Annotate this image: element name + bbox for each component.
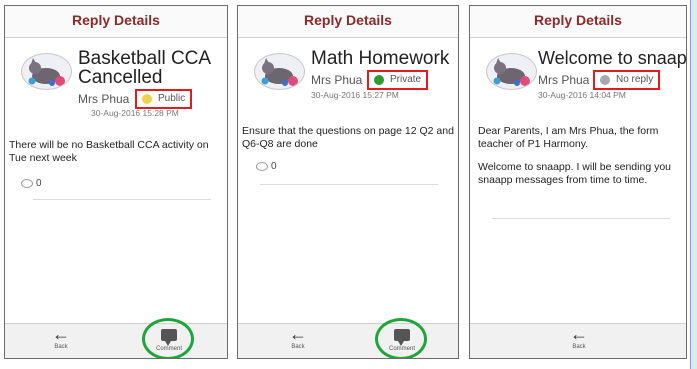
author-name: Mrs Phua <box>311 73 363 87</box>
back-button[interactable]: ← Back <box>280 324 316 350</box>
screen-basketball-cca: Reply Details Basketball CCA Cancelled M… <box>4 5 228 359</box>
status-dot-icon <box>142 94 152 104</box>
message-body: Ensure that the questions on page 12 Q2 … <box>242 125 454 161</box>
visibility-badge: Public <box>135 89 193 109</box>
back-button[interactable]: ← Back <box>561 324 597 350</box>
highlight-circle <box>142 318 194 358</box>
author-name: Mrs Phua <box>538 73 590 87</box>
screen-math-homework: Reply Details Math Homework Mrs Phua Pri… <box>237 5 459 359</box>
message-title: Math Homework <box>311 48 450 69</box>
message-paragraph: There will be no Basketball CCA activity… <box>9 139 209 164</box>
divider <box>260 184 438 185</box>
visibility-badge: No reply <box>593 70 661 90</box>
back-button[interactable]: ← Back <box>43 324 79 350</box>
author-name: Mrs Phua <box>78 92 130 106</box>
divider <box>492 218 670 219</box>
window-edge <box>690 0 697 369</box>
comment-count-value: 0 <box>271 161 277 172</box>
header-title: Reply Details <box>238 6 458 38</box>
comment-bubble-icon <box>21 178 33 188</box>
back-label: Back <box>291 344 305 350</box>
message-date: 30-Aug-2016 15:28 PM <box>91 108 179 118</box>
back-label: Back <box>572 344 586 350</box>
comment-count: 0 <box>256 161 277 172</box>
comment-count: 0 <box>21 178 42 189</box>
message-title: Welcome to snaapp <box>538 48 687 68</box>
message-date: 30-Aug-2016 14:04 PM <box>538 90 626 100</box>
message-body: Dear Parents, I am Mrs Phua, the form te… <box>478 125 686 197</box>
back-arrow-icon: ← <box>289 324 307 344</box>
message-paragraph: Ensure that the questions on page 12 Q2 … <box>242 125 454 150</box>
avatar <box>486 53 537 90</box>
message-paragraph: Dear Parents, I am Mrs Phua, the form te… <box>478 125 659 150</box>
header-title: Reply Details <box>5 6 227 38</box>
comment-bubble-icon <box>256 161 268 171</box>
comment-count-value: 0 <box>36 178 42 189</box>
status-dot-icon <box>374 75 384 85</box>
visibility-badge: Private <box>367 70 429 90</box>
message-date: 30-Aug-2016 15:27 PM <box>311 90 399 100</box>
message-paragraph: Welcome to snaapp. I will be sending you… <box>478 161 671 186</box>
message-body: There will be no Basketball CCA activity… <box>9 139 221 175</box>
visibility-label: No reply <box>616 74 654 85</box>
avatar <box>21 53 72 90</box>
visibility-label: Public <box>158 93 186 104</box>
back-label: Back <box>54 344 68 350</box>
message-title: Basketball CCA Cancelled <box>78 48 211 88</box>
visibility-label: Private <box>390 74 422 85</box>
highlight-circle <box>375 318 427 358</box>
avatar <box>254 53 305 90</box>
header-title: Reply Details <box>470 6 686 38</box>
back-arrow-icon: ← <box>52 324 70 344</box>
bottom-app-bar: ← Back <box>470 323 686 358</box>
screen-welcome-snaapp: Reply Details Welcome to snaapp Mrs Phua… <box>469 5 687 359</box>
back-arrow-icon: ← <box>570 324 588 344</box>
status-dot-icon <box>600 75 610 85</box>
divider <box>33 199 211 200</box>
